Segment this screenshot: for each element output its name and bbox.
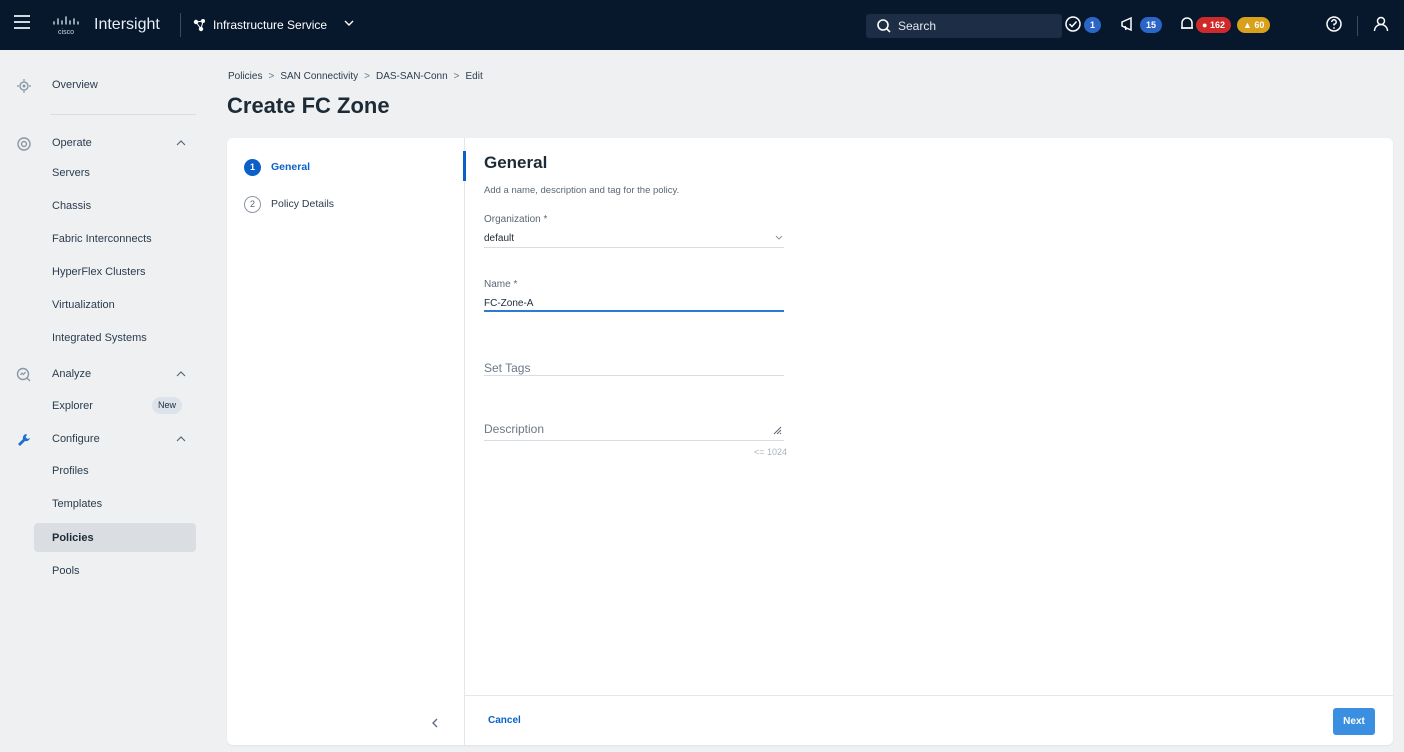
nav-analyze[interactable]: Analyze [0, 359, 210, 389]
new-badge: New [152, 397, 183, 414]
name-label: Name * [484, 279, 518, 290]
megaphone-icon[interactable] [1120, 15, 1138, 33]
form-subtitle: Add a name, description and tag for the … [484, 185, 680, 196]
breadcrumb: Policies > SAN Connectivity > DAS-SAN-Conn > E… [228, 71, 483, 82]
warning-alarms-badge[interactable]: ▲ 60 [1237, 17, 1271, 41]
wrench-icon [18, 434, 30, 446]
sidebar-item-profiles[interactable]: Profiles [34, 456, 196, 485]
nav-overview[interactable]: Overview [0, 70, 210, 100]
description-underline [484, 440, 784, 441]
search-icon [877, 19, 891, 33]
critical-alarms-badge[interactable]: ● 162 [1196, 17, 1231, 41]
sidebar-item-chassis[interactable]: Chassis [34, 191, 196, 220]
header-divider-right [1357, 16, 1358, 36]
nav-separator [50, 114, 196, 115]
chevron-up-icon[interactable] [176, 370, 186, 378]
sidebar-item-templates[interactable]: Templates [34, 489, 196, 518]
form-title: General [484, 153, 548, 172]
organization-label: Organization * [484, 214, 548, 225]
operate-icon [17, 137, 31, 151]
chevron-down-icon[interactable] [774, 234, 784, 242]
description-textarea[interactable]: Description [484, 422, 544, 436]
tasks-badge[interactable]: 1 [1084, 17, 1102, 41]
app-brand[interactable]: Intersight [94, 16, 160, 34]
search-label: Search [898, 19, 937, 33]
sidebar-item-integrated-systems[interactable]: Integrated Systems [34, 323, 196, 352]
chevron-up-icon[interactable] [176, 435, 186, 443]
header-divider [180, 13, 181, 37]
nav-configure[interactable]: Configure [0, 424, 210, 454]
side-nav: Overview Operate Servers Chassis Fabric … [0, 50, 210, 752]
service-selector[interactable]: Infrastructure Service [213, 18, 327, 32]
sidebar-item-pools[interactable]: Pools [34, 556, 196, 585]
sidebar-item-hyperflex-clusters[interactable]: HyperFlex Clusters [34, 257, 196, 286]
name-underline [484, 310, 784, 312]
sidebar-item-explorer[interactable]: Explorer New [34, 391, 196, 420]
dashboard-icon [17, 79, 31, 93]
chevron-down-icon[interactable] [343, 17, 355, 29]
sidebar-item-fabric-interconnects[interactable]: Fabric Interconnects [34, 224, 196, 253]
breadcrumb-policies[interactable]: Policies [228, 71, 262, 82]
announcements-badge[interactable]: 15 [1140, 17, 1163, 41]
search-box[interactable]: Search [866, 14, 1062, 38]
name-input[interactable]: FC-Zone-A [484, 298, 533, 309]
description-char-limit: <= 1024 [754, 447, 788, 457]
organization-select[interactable]: default [484, 233, 514, 244]
page-title: Create FC Zone [227, 93, 390, 118]
set-tags-input[interactable]: Set Tags [484, 361, 530, 375]
cancel-button[interactable]: Cancel [488, 715, 521, 726]
svg-text:cisco: cisco [58, 29, 74, 36]
footer-divider [465, 695, 1393, 696]
wizard-steps: 1 General 2 Policy Details [227, 138, 465, 745]
tags-underline [484, 375, 784, 376]
sidebar-item-virtualization[interactable]: Virtualization [34, 290, 196, 319]
top-bar: cisco Intersight Infrastructure Service … [0, 0, 1404, 50]
bell-icon[interactable] [1178, 15, 1196, 33]
chevron-up-icon[interactable] [176, 139, 186, 147]
sidebar-item-policies[interactable]: Policies [34, 523, 196, 552]
breadcrumb-edit: Edit [465, 71, 483, 82]
check-circle-icon[interactable] [1064, 15, 1082, 33]
menu-icon[interactable] [14, 15, 30, 35]
user-icon[interactable] [1372, 15, 1390, 33]
sidebar-item-servers[interactable]: Servers [34, 158, 196, 187]
active-step-indicator [463, 151, 466, 181]
cisco-logo: cisco [53, 16, 79, 36]
breadcrumb-das-san-conn[interactable]: DAS-SAN-Conn [376, 71, 448, 82]
breadcrumb-san-connectivity[interactable]: SAN Connectivity [280, 71, 358, 82]
infrastructure-service-icon [193, 19, 205, 32]
chevron-left-icon[interactable] [427, 715, 443, 731]
analyze-icon [16, 367, 31, 382]
next-button[interactable]: Next [1333, 708, 1375, 735]
wizard-card: 1 General 2 Policy Details General Add a… [227, 138, 1393, 745]
organization-underline [484, 247, 784, 248]
help-icon[interactable] [1325, 15, 1343, 33]
resize-handle-icon[interactable] [772, 425, 782, 435]
nav-operate[interactable]: Operate [0, 128, 210, 158]
